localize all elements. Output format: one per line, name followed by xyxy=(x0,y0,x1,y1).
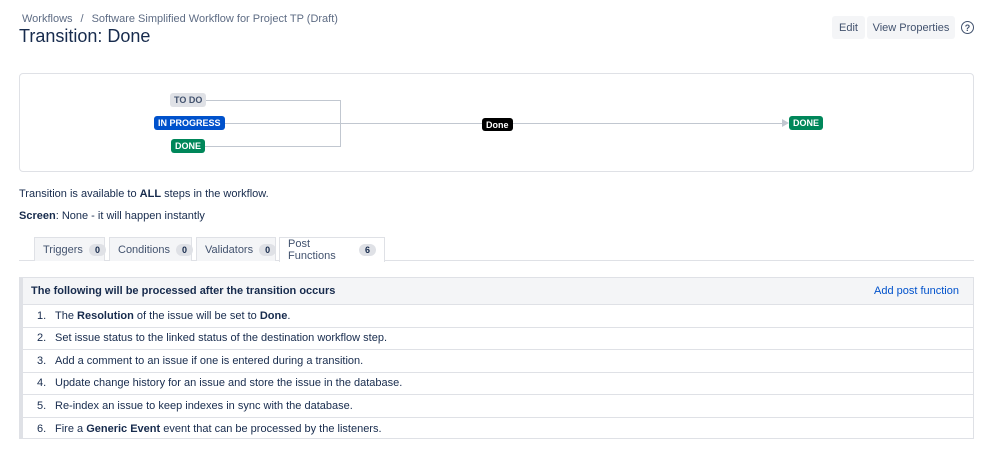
breadcrumb-separator: / xyxy=(80,13,84,25)
row-text: Update change history for an issue and s… xyxy=(55,377,403,390)
table-row: 4. Update change history for an issue and… xyxy=(23,373,973,395)
page-title: Transition: Done xyxy=(19,26,151,46)
table-row: 6. Fire a Generic Event event that can be… xyxy=(23,418,973,441)
tab-validators[interactable]: Validators 0 xyxy=(196,237,277,261)
table-row: 1. The Resolution of the issue will be se… xyxy=(23,305,973,328)
edit-button[interactable]: Edit xyxy=(832,16,865,39)
table-header: The following will be processed after th… xyxy=(23,278,973,305)
row-text: Add a comment to an issue if one is ente… xyxy=(55,354,364,367)
status-in-progress[interactable]: IN PROGRESS xyxy=(154,116,225,130)
row-text: Fire a Generic Event event that can be p… xyxy=(55,422,382,435)
screen-text: Screen: None - it will happen instantly xyxy=(19,210,205,222)
row-number: 5. xyxy=(37,399,47,412)
row-number: 3. xyxy=(37,354,47,367)
tab-conditions[interactable]: Conditions 0 xyxy=(109,237,193,261)
row-number: 4. xyxy=(37,377,47,390)
tab-post-functions[interactable]: Post Functions 6 xyxy=(279,237,385,262)
row-text: Re-index an issue to keep indexes in syn… xyxy=(55,399,353,412)
workflow-diagram: TO DO IN PROGRESS DONE Done DONE xyxy=(19,73,974,172)
breadcrumb-workflows-link[interactable]: Workflows xyxy=(22,13,73,25)
tab-bar: Triggers 0 Conditions 0 Validators 0 Post F… xyxy=(19,237,974,262)
table-row: 5. Re-index an issue to keep indexes in s… xyxy=(23,395,973,418)
post-functions-table: The following will be processed after th… xyxy=(19,277,974,439)
row-number: 2. xyxy=(37,332,47,345)
row-text: The Resolution of the issue will be set … xyxy=(55,309,291,322)
tab-triggers[interactable]: Triggers 0 xyxy=(34,237,106,261)
status-todo[interactable]: TO DO xyxy=(170,93,207,107)
row-text: Set issue status to the linked status of… xyxy=(55,332,388,345)
row-number: 1. xyxy=(37,309,47,322)
arrow-icon xyxy=(782,119,789,127)
availability-text: Transition is available to ALL steps in … xyxy=(19,188,269,200)
table-row: 3. Add a comment to an issue if one is en… xyxy=(23,350,973,373)
add-post-function-link[interactable]: Add post function xyxy=(874,285,959,297)
breadcrumb: Workflows / Software Simplified Workflow f… xyxy=(22,13,338,25)
breadcrumb-workflow-link[interactable]: Software Simplified Workflow for Project… xyxy=(92,13,338,25)
table-row: 2. Set issue status to the linked status … xyxy=(23,328,973,350)
row-number: 6. xyxy=(37,422,47,435)
transition-label[interactable]: Done xyxy=(482,118,513,131)
view-properties-button[interactable]: View Properties xyxy=(867,16,955,39)
status-done-source[interactable]: DONE xyxy=(171,139,206,153)
status-done-target[interactable]: DONE xyxy=(789,116,824,130)
help-icon[interactable]: ? xyxy=(961,21,974,34)
